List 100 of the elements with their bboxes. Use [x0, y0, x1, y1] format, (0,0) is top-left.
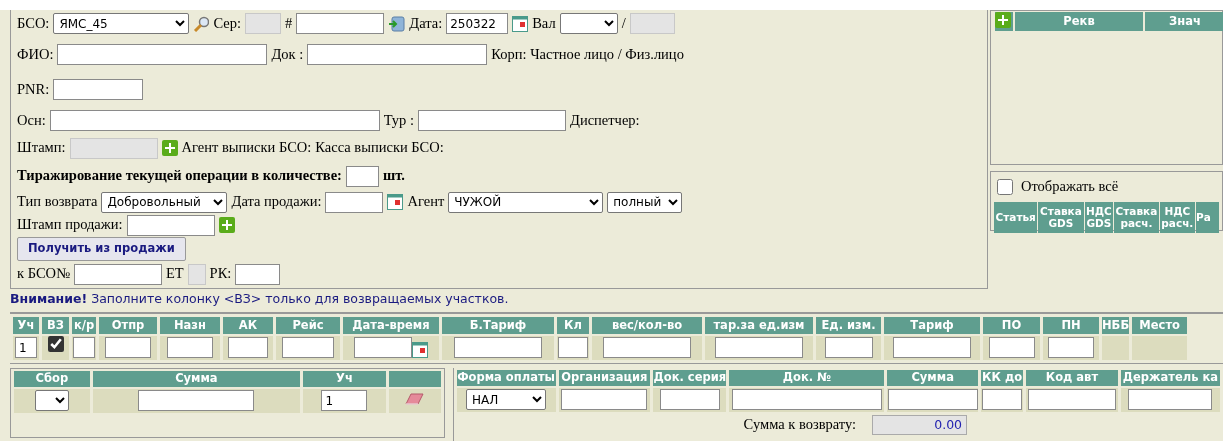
calendar-icon[interactable]	[412, 342, 428, 359]
input-field[interactable]	[824, 337, 873, 359]
column-header: Ед. изм.	[816, 316, 881, 334]
calendar-icon[interactable]	[387, 194, 404, 210]
column-header: тар.за ед.изм	[705, 316, 813, 334]
input-field[interactable]	[167, 337, 213, 359]
field-label: Касса выписки БСО:	[315, 138, 444, 158]
input-field[interactable]	[561, 389, 648, 411]
field-label: Агент выписки БСО:	[181, 138, 312, 158]
input-field[interactable]	[57, 44, 268, 65]
field-label: Дата:	[409, 13, 443, 33]
field-label: Дата продажи:	[231, 192, 322, 212]
input-field[interactable]	[105, 337, 151, 359]
checkbox[interactable]	[47, 336, 64, 353]
field-label: Штамп:	[17, 138, 66, 158]
dropdown[interactable]: Добровольный	[101, 191, 228, 213]
input-field[interactable]	[138, 390, 255, 412]
column-header: Код авт	[1026, 369, 1118, 386]
field-label: шт.	[382, 166, 405, 186]
column-header: Организация	[558, 369, 651, 386]
input-field[interactable]	[659, 389, 720, 411]
input-field[interactable]	[345, 165, 379, 187]
input-field[interactable]	[73, 263, 162, 285]
add-icon[interactable]	[161, 140, 178, 156]
input-field[interactable]	[282, 337, 334, 359]
input-field[interactable]	[307, 44, 488, 65]
column-header: ПН	[1043, 316, 1099, 334]
field-label: Вал	[532, 13, 556, 33]
column-header: Статья	[994, 201, 1038, 233]
input-field[interactable]	[1048, 337, 1094, 359]
column-header: НДС расч.	[1159, 201, 1195, 233]
input-field[interactable]	[418, 110, 566, 131]
column-header: Уч	[13, 316, 39, 334]
add-icon[interactable]	[995, 12, 1011, 28]
input-field[interactable]	[235, 263, 281, 285]
input-field[interactable]	[325, 191, 384, 213]
calendar-icon[interactable]	[512, 15, 529, 32]
input-field[interactable]	[126, 214, 215, 236]
input-field[interactable]	[73, 337, 95, 359]
column-header: Форма оплаты	[456, 369, 556, 386]
column-header: АК	[223, 316, 273, 334]
input-field[interactable]	[49, 110, 380, 131]
column-header: ВЗ	[42, 316, 69, 334]
column-header: Место	[1132, 316, 1188, 334]
input-field[interactable]	[731, 389, 882, 411]
column-header: Сумма	[92, 370, 301, 387]
input-field[interactable]	[53, 79, 144, 100]
field-label: #	[285, 13, 293, 33]
field-label: PNR:	[17, 79, 50, 99]
field-label: Штамп продажи:	[17, 215, 123, 235]
input-field[interactable]: 250322	[446, 13, 509, 34]
column-header: КК до	[981, 369, 1024, 386]
input-field[interactable]	[893, 337, 971, 359]
field-label: БСО:	[17, 13, 50, 33]
column-header: Док. №	[729, 369, 885, 386]
field-label: ЕТ	[165, 264, 184, 284]
input-field[interactable]	[982, 389, 1023, 411]
field-label: Тур :	[383, 110, 414, 130]
dropdown[interactable]: полный	[607, 191, 683, 213]
eraser-icon[interactable]	[405, 391, 425, 405]
total-amount: 0.00	[872, 414, 968, 435]
input-field[interactable]	[1027, 389, 1116, 411]
checkbox[interactable]	[997, 178, 1013, 195]
warning-message: Внимание! Заполните колонку <ВЗ> только для возвращаемых участков.	[10, 290, 510, 308]
field-label: Корп: Частное лицо / Физ.лицо	[491, 44, 684, 64]
field-label: Тиражирование текущей операции в количестве:	[17, 166, 342, 186]
dropdown[interactable]	[34, 390, 69, 412]
field-label: Док :	[271, 44, 304, 64]
field-label: ФИО:	[17, 44, 54, 64]
column-header: Рейс	[276, 316, 340, 334]
column-header: Б.Тариф	[442, 316, 554, 334]
input-field[interactable]: 1	[321, 390, 368, 412]
input-field[interactable]	[558, 337, 588, 359]
column-header: Сбор	[14, 370, 90, 387]
input-field[interactable]	[1128, 389, 1213, 411]
input-field[interactable]	[603, 337, 691, 359]
input-field[interactable]	[454, 337, 542, 359]
column-header: Отпр	[99, 316, 157, 334]
dropdown[interactable]: ЧУЖОЙ	[448, 191, 604, 213]
field-label: /	[621, 13, 626, 33]
field-label: Тип возврата	[17, 192, 98, 212]
input-field[interactable]	[988, 337, 1035, 359]
column-header: Держатель ка	[1120, 369, 1220, 386]
get-from-sale-button[interactable]: Получить из продажи	[17, 237, 186, 261]
column-header: вес/кол-во	[592, 316, 702, 334]
column-header: НДС GDS	[1084, 201, 1114, 233]
input-field[interactable]	[715, 337, 803, 359]
input-field[interactable]: 1	[15, 337, 37, 359]
input-field[interactable]	[296, 13, 385, 34]
dropdown[interactable]: ЯМС_45	[53, 13, 190, 34]
add-icon[interactable]	[218, 217, 235, 233]
dropdown[interactable]: НАЛ	[466, 389, 547, 411]
input-field[interactable]	[228, 337, 268, 359]
search-icon[interactable]	[193, 15, 210, 32]
field-label: Агент	[407, 192, 445, 212]
input-field[interactable]	[354, 337, 412, 359]
input-field[interactable]	[887, 389, 978, 411]
column-header: Ставка расч.	[1114, 201, 1159, 233]
column-header: Дата-время	[343, 316, 439, 334]
column-header: к/р	[72, 316, 96, 334]
